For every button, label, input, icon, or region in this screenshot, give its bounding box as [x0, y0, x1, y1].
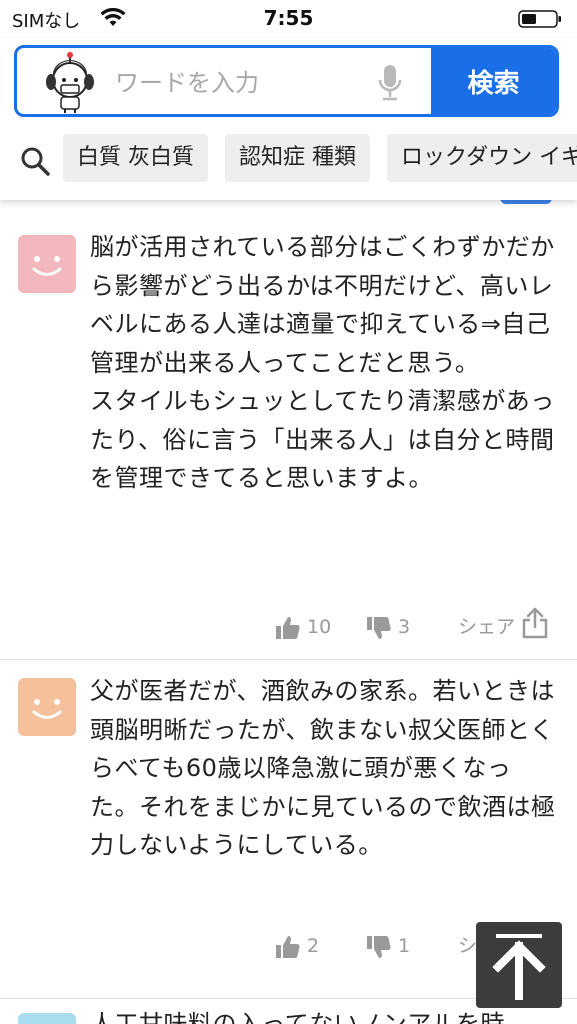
dislike-button[interactable]: 3 [366, 607, 410, 647]
search-input[interactable] [113, 58, 367, 108]
avatar [18, 678, 76, 736]
dislike-count: 1 [398, 935, 411, 957]
comment-text: 脳が活用されている部分はごくわずかだから影響がどう出るかは不明だけど、高いレベル… [90, 233, 555, 492]
comment-feed: 脳が活用されている部分はごくわずかだから影響がどう出るかは不明だけど、高いレベル… [0, 200, 577, 1024]
share-icon [522, 607, 548, 639]
mascot-icon [46, 52, 94, 113]
comment-actions: 10 3 シェア [0, 607, 577, 647]
dislike-button[interactable]: 1 [366, 926, 410, 966]
search-header: 検索 白質 灰白質 認知症 種類 ロックダウン イギ [0, 38, 577, 200]
like-count: 10 [307, 616, 332, 638]
like-button[interactable]: 2 [275, 926, 319, 966]
thumbs-down-icon [367, 935, 391, 958]
partial-button [500, 200, 552, 204]
like-button[interactable]: 10 [275, 607, 331, 647]
thumbs-up-icon [276, 935, 300, 958]
clock: 7:55 [263, 6, 314, 30]
dislike-count: 3 [398, 616, 411, 638]
status-bar: SIMなし 7:55 [0, 0, 577, 38]
thumbs-down-icon [367, 616, 391, 639]
microphone-icon[interactable] [377, 64, 403, 102]
thumbs-up-icon [276, 616, 300, 639]
search-box: 検索 [14, 45, 559, 117]
battery-icon [518, 10, 561, 28]
comment-text: 父が医者だが、酒飲みの家系。若いときは頭脳明晰だったが、飲まない叔父医師とくらべ… [90, 677, 556, 859]
suggested-tags: 白質 灰白質 認知症 種類 ロックダウン イギ [0, 134, 577, 186]
tag-chip[interactable]: 認知症 種類 [225, 134, 370, 182]
arrow-up-icon [492, 934, 546, 1000]
scroll-to-top-button[interactable] [476, 922, 562, 1008]
share-label: シェア [458, 616, 516, 638]
avatar [18, 1013, 76, 1024]
search-icon[interactable] [20, 146, 50, 176]
like-count: 2 [307, 935, 320, 957]
share-button[interactable]: シェア [458, 607, 549, 647]
comment-item: 脳が活用されている部分はごくわずかだから影響がどう出るかは不明だけど、高いレベル… [0, 210, 577, 660]
search-button[interactable]: 検索 [431, 48, 556, 114]
tag-chip[interactable]: 白質 灰白質 [63, 134, 208, 182]
avatar [18, 235, 76, 293]
tag-chip[interactable]: ロックダウン イギ [387, 134, 577, 182]
